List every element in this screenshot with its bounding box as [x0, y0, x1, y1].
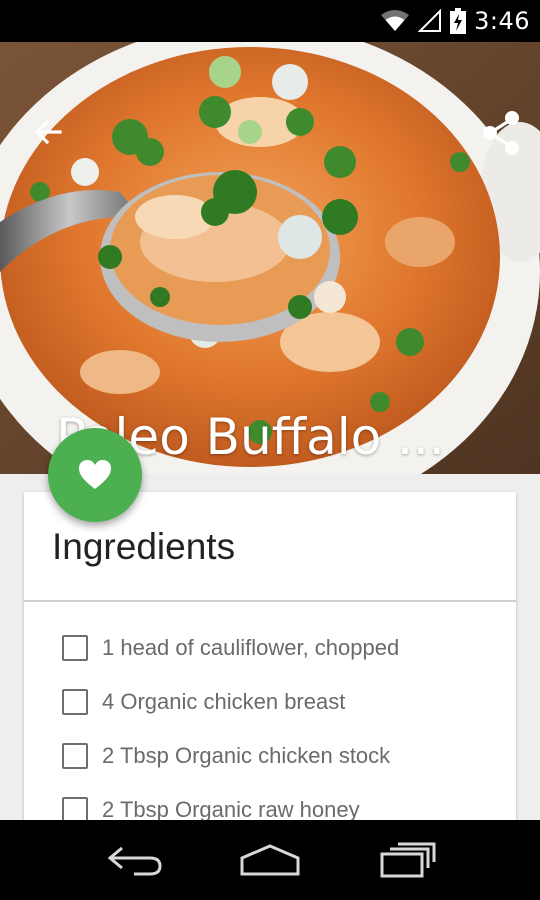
recipe-content: Ingredients 1 head of cauliflower, chopp… — [0, 474, 540, 820]
ingredient-item[interactable]: 2 Tbsp Organic chicken stock — [62, 736, 390, 776]
nav-home-button[interactable] — [238, 840, 302, 884]
ingredient-checkbox[interactable] — [62, 689, 88, 715]
ingredient-item[interactable]: 4 Organic chicken breast — [62, 682, 345, 722]
ingredient-item[interactable]: 2 Tbsp Organic raw honey — [62, 790, 360, 820]
wifi-icon — [380, 9, 410, 33]
back-button[interactable] — [30, 114, 66, 150]
ingredient-checkbox[interactable] — [62, 635, 88, 661]
share-button[interactable] — [478, 108, 524, 158]
ingredient-checkbox[interactable] — [62, 743, 88, 769]
ingredient-checkbox[interactable] — [62, 797, 88, 820]
share-icon — [483, 111, 519, 155]
nav-back-button[interactable] — [104, 840, 166, 884]
nav-back-icon — [107, 846, 162, 876]
arrow-back-icon — [34, 119, 62, 145]
ingredient-label: 2 Tbsp Organic chicken stock — [102, 743, 391, 768]
status-bar: 3:46 — [0, 0, 540, 42]
ingredients-title: Ingredients — [52, 526, 236, 567]
favorite-button[interactable] — [48, 428, 142, 522]
heart-icon — [79, 460, 111, 489]
recipe-hero-image: Paleo Buffalo ... — [0, 42, 540, 474]
ingredient-label: 4 Organic chicken breast — [102, 689, 346, 714]
battery-charging-icon — [450, 8, 467, 34]
nav-recents-icon — [380, 842, 436, 878]
ingredient-item[interactable]: 1 head of cauliflower, chopped — [62, 628, 399, 668]
status-time: 3:46 — [474, 7, 530, 35]
ingredients-card: Ingredients 1 head of cauliflower, chopp… — [24, 492, 516, 820]
ingredient-label: 1 head of cauliflower, chopped — [102, 635, 400, 660]
nav-recents-button[interactable] — [378, 840, 438, 884]
navigation-bar — [0, 820, 540, 900]
signal-icon — [418, 9, 442, 33]
ingredient-label: 2 Tbsp Organic raw honey — [102, 797, 360, 820]
nav-home-icon — [240, 844, 300, 876]
